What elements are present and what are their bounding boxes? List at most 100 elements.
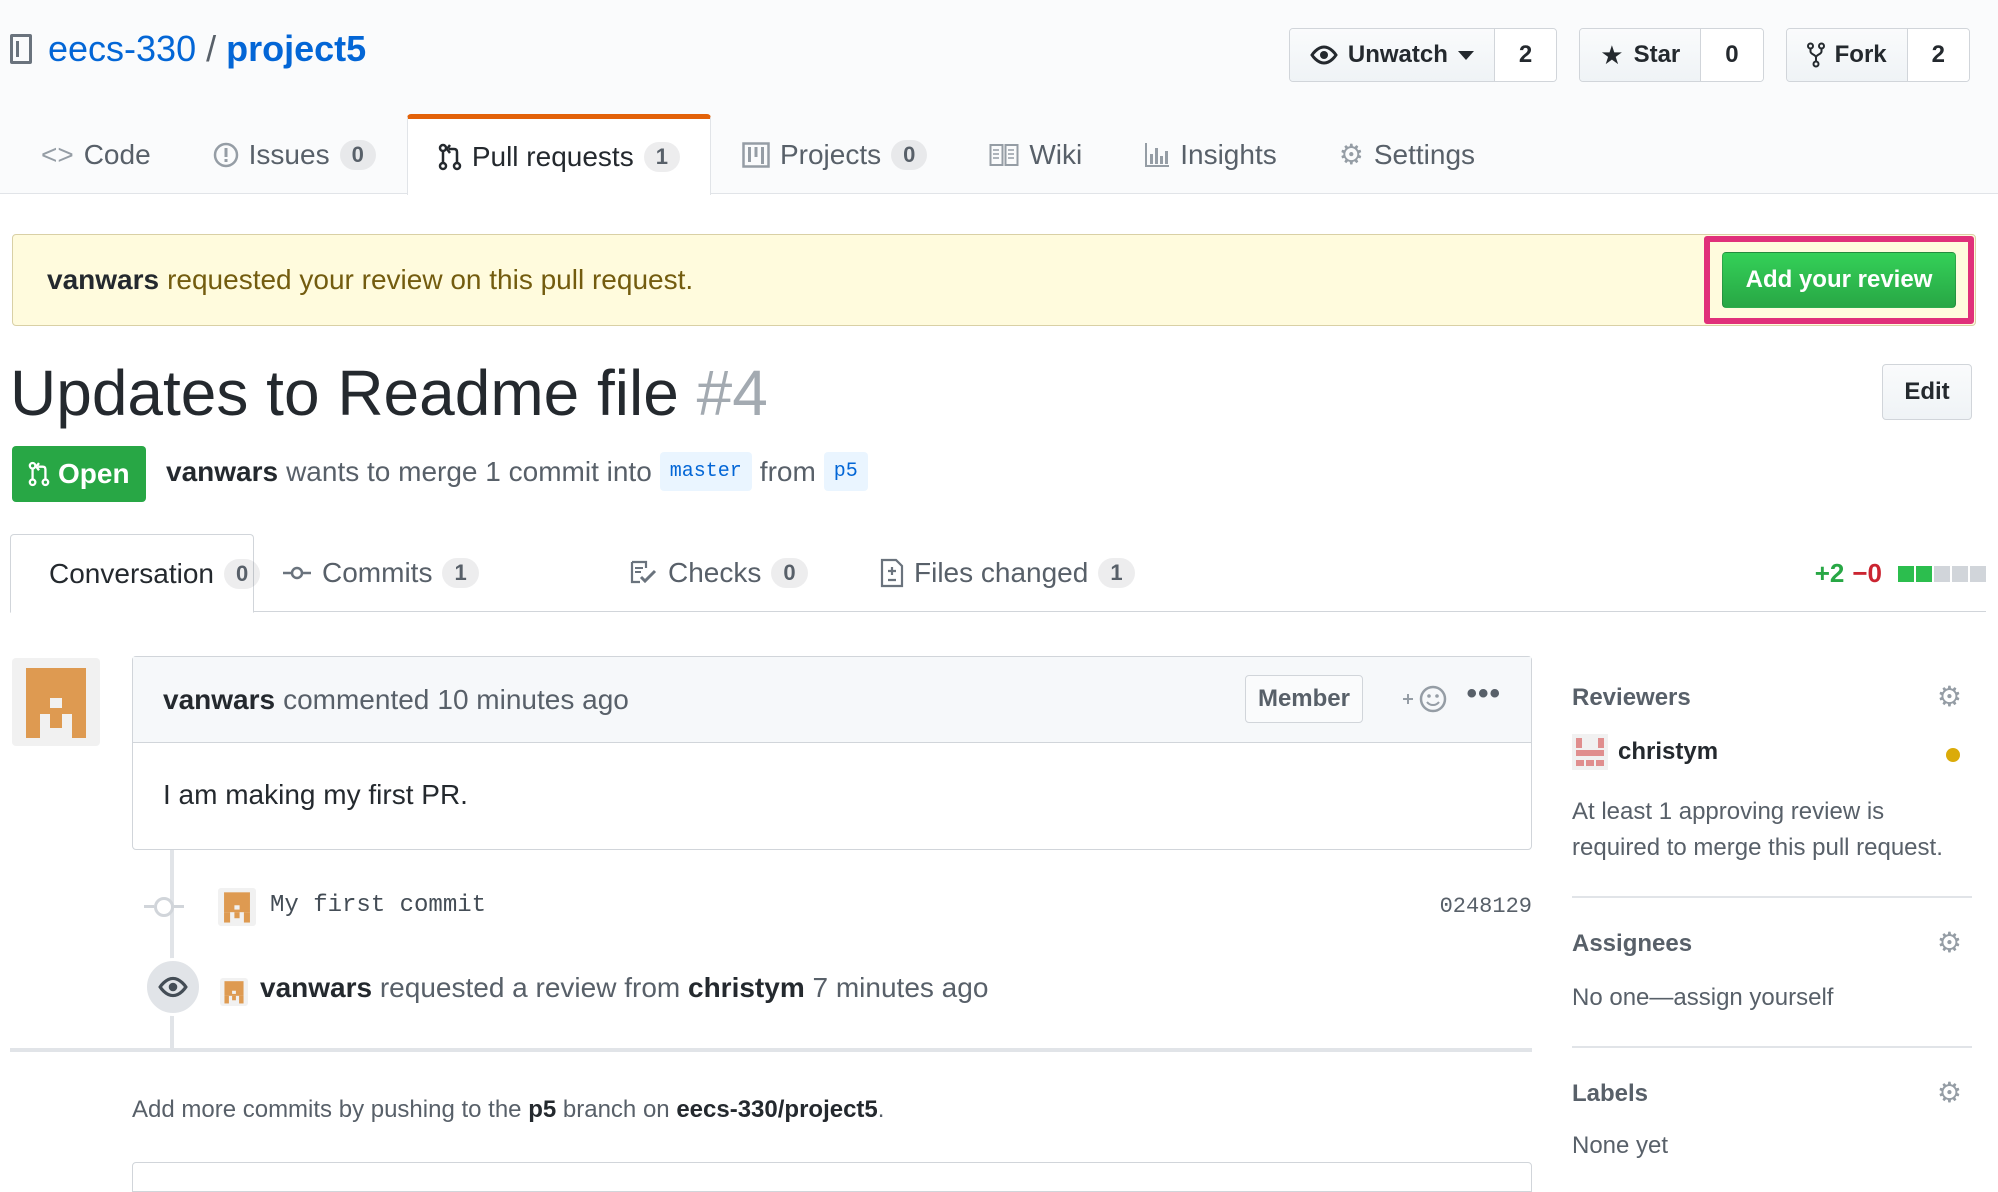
event-actor[interactable]: vanwars [260,972,372,1003]
tab-code[interactable]: <> Code [10,114,182,194]
book-icon [989,143,1019,166]
star-group: ★ Star 0 [1579,28,1764,82]
avatar[interactable] [1572,734,1608,770]
tab-wiki[interactable]: Wiki [958,114,1113,194]
tab-settings-label: Settings [1373,138,1476,170]
sidebar-assignees[interactable]: Assignees ⚙ [1572,927,1972,958]
watchers-count[interactable]: 2 [1494,29,1557,81]
event-time[interactable]: 7 minutes ago [813,972,989,1003]
edit-title-button[interactable]: Edit [1882,364,1972,420]
tab-commits[interactable]: Commits 1 [254,534,507,612]
add-your-review-button[interactable]: Add your review [1722,252,1956,308]
tab-conversation-label: Conversation [49,557,214,589]
merge-box [132,1162,1532,1192]
unwatch-button[interactable]: Unwatch [1289,29,1495,81]
gear-icon[interactable]: ⚙ [1937,680,1962,713]
merge-note-middle: branch on [562,1096,670,1123]
reviewers-heading: Reviewers [1572,684,1691,711]
assignees-note[interactable]: No one—assign yourself [1572,980,1972,1016]
fork-group: Fork 2 [1785,28,1970,82]
fork-icon [1806,42,1825,68]
tab-files-changed[interactable]: Files changed 1 [852,534,1163,612]
repo-title: eecs-330 / project5 [10,28,366,70]
pr-title-text: Updates to Readme file [10,357,679,429]
merge-note-prefix: Add more commits by pushing to the [132,1096,522,1123]
sidebar-reviewers[interactable]: Reviewers ⚙ [1572,681,1972,712]
diff-deletions: −0 [1852,558,1882,588]
page-title: Updates to Readme file #4 [10,356,768,430]
tab-projects[interactable]: Projects 0 [711,114,958,194]
comment-time[interactable]: 10 minutes ago [437,684,628,716]
eye-icon [144,958,202,1016]
chevron-down-icon [1457,50,1474,60]
tab-issues[interactable]: Issues 0 [182,114,407,194]
banner-user[interactable]: vanwars [47,264,159,296]
kebab-horizontal-icon[interactable]: ••• [1466,677,1501,711]
timeline-comment: vanwars commented 10 minutes ago Member … [132,656,1532,850]
gear-icon[interactable]: ⚙ [1937,926,1962,959]
reviewers-note-line2: required to merge this pull request. [1572,834,1943,861]
diffstat-block [1934,565,1950,582]
gear-icon[interactable]: ⚙ [1937,1076,1962,1109]
merge-note-repo[interactable]: eecs-330/project5 [676,1096,877,1123]
avatar[interactable] [218,888,256,926]
assignees-heading: Assignees [1572,930,1693,957]
forks-count[interactable]: 2 [1907,29,1969,81]
pr-author[interactable]: vanwars [166,456,278,488]
git-pull-request-icon [28,461,50,487]
identicon-vanwars [26,668,86,738]
git-commit-icon [283,566,311,580]
repo-separator: / [206,28,217,69]
tab-settings[interactable]: ⚙ Settings [1308,114,1506,194]
commits-counter: 1 [442,558,479,588]
timeline-commit: My first commit 0248129 [132,884,1532,930]
repo-book-icon [10,34,32,64]
add-reaction-button[interactable] [1401,683,1449,722]
tab-checks[interactable]: Checks 0 [602,534,836,612]
repo-actions: Unwatch 2 ★ Star 0 Fork 2 [1288,28,1970,82]
star-icon: ★ [1600,39,1624,70]
fork-button[interactable]: Fork [1786,29,1908,81]
project-icon [742,141,770,168]
review-pending-icon [1946,748,1960,762]
timeline-connector [170,850,174,1048]
tab-issues-label: Issues [248,138,330,170]
repo-header: eecs-330 / project5 Unwatch 2 ★ Star 0 F… [0,0,1998,195]
reviewer-item[interactable]: christym [1572,734,1718,770]
reviewer-name: christym [1618,738,1719,765]
tab-conversation[interactable]: Conversation 0 [10,534,261,613]
pr-merge-text: wants to merge 1 commit into [286,455,652,487]
commit-message[interactable]: My first commit [270,892,486,919]
issues-counter: 0 [339,139,376,170]
pulls-counter: 1 [643,142,680,172]
event-text: vanwars requested a review from christym… [260,972,988,1004]
labels-heading: Labels [1572,1080,1649,1107]
head-branch[interactable]: p5 [823,452,868,491]
base-branch[interactable]: master [659,452,752,491]
reviewers-note-line1: At least 1 approving review is [1572,798,1885,825]
status-badge: Open [12,446,146,502]
divider [1572,896,1972,898]
file-diff-icon [880,558,904,588]
event-target[interactable]: christym [688,972,805,1003]
tab-insights[interactable]: Insights [1113,114,1308,194]
star-button[interactable]: ★ Star [1580,29,1702,81]
avatar[interactable] [12,658,100,746]
diffstat-block [1952,565,1968,582]
eye-icon [1310,45,1338,65]
commit-sha[interactable]: 0248129 [1440,894,1532,919]
sidebar-labels[interactable]: Labels ⚙ [1572,1077,1972,1108]
stargazers-count[interactable]: 0 [1701,29,1763,81]
avatar[interactable] [220,978,248,1006]
graph-icon [1145,142,1170,167]
files-counter: 1 [1098,558,1135,588]
diffstat-bar [1898,565,1986,582]
review-request-banner: vanwars requested your review on this pu… [12,234,1976,326]
status-label: Open [58,458,130,489]
repo-owner-link[interactable]: eecs-330 [48,28,196,70]
repo-name-link[interactable]: project5 [226,28,366,70]
tab-pull-requests[interactable]: Pull requests 1 [406,114,711,195]
divider [10,1048,1532,1052]
comment-header: vanwars commented 10 minutes ago Member … [133,657,1531,743]
comment-author[interactable]: vanwars [163,684,275,716]
